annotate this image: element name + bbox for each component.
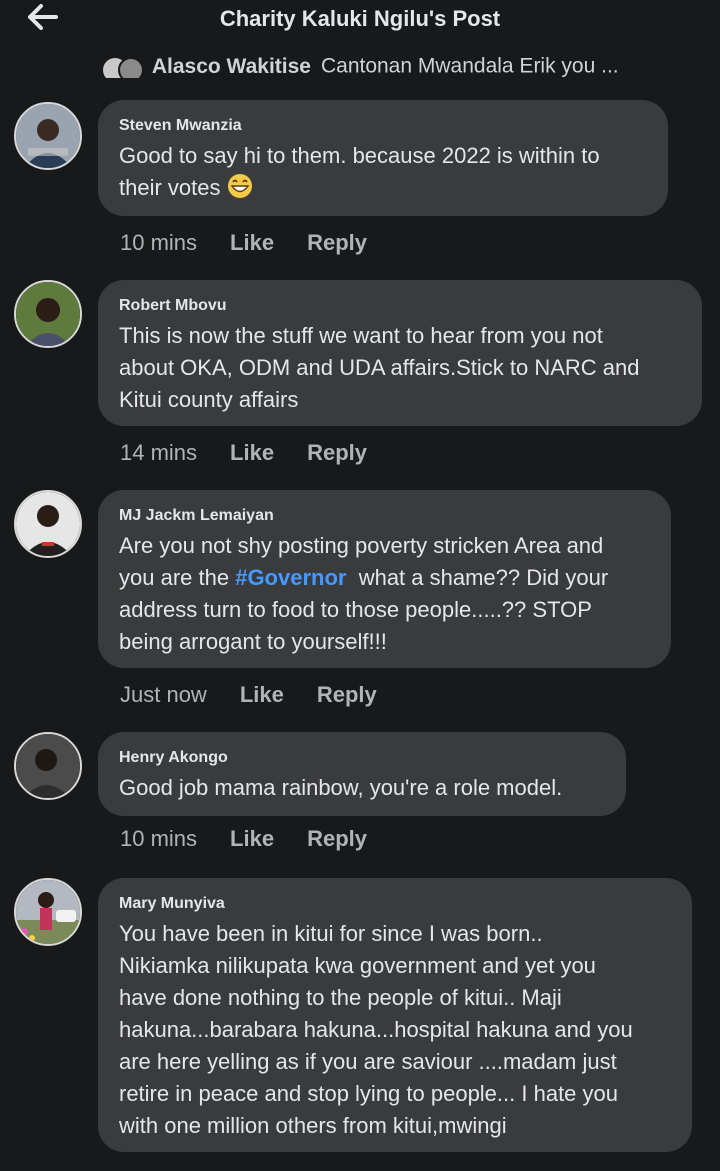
comment-actions: 14 mins Like Reply	[120, 440, 400, 466]
comment-line: Good job mama rainbow, you're a role mod…	[119, 775, 563, 800]
comment-text: Good job mama rainbow, you're a role mod…	[119, 772, 606, 804]
comment-time: 14 mins	[120, 440, 198, 465]
comment-line: are here yelling as if you are saviour .…	[119, 1049, 617, 1074]
comment-line: about OKA, ODM and UDA affairs.Stick to …	[119, 355, 640, 380]
comment-time: 10 mins	[120, 826, 198, 851]
avatar[interactable]	[14, 732, 82, 800]
page-title: Charity Kaluki Ngilu's Post	[219, 6, 501, 31]
comment-author[interactable]: Robert Mbovu	[119, 296, 682, 316]
reply-avatars	[102, 54, 146, 82]
like-button[interactable]: Like	[230, 826, 274, 852]
comment-line: you are the #Governor what a shame?? Did…	[119, 562, 651, 594]
comment-line: hakuna...barabara hakuna...hospital haku…	[119, 1017, 633, 1042]
avatar[interactable]	[14, 878, 82, 946]
comment-line: being arrogant to yourself!!!	[119, 629, 387, 654]
previous-reply-preview[interactable]: Alasco Wakitise Cantonan Mwandala Erik yo…	[102, 54, 720, 82]
comment-line: have done nothing to the people of kitui…	[119, 985, 562, 1010]
comment-bubble[interactable]: Henry Akongo Good job mama rainbow, you'…	[98, 732, 626, 816]
comment-text: You have been in kitui for since I was b…	[119, 918, 672, 1142]
comment-actions: Just now Like Reply	[120, 682, 410, 708]
comment-line-text: you are the	[119, 565, 230, 590]
hashtag-link[interactable]: #Governor	[235, 565, 346, 590]
comment-text: This is now the stuff we want to hear fr…	[119, 320, 682, 416]
comment-line: retire in peace and stop lying to people…	[119, 1081, 618, 1106]
reply-button[interactable]: Reply	[307, 440, 367, 466]
previous-reply-author[interactable]: Alasco Wakitise	[152, 55, 311, 78]
comment-line: address turn to food to those people....…	[119, 597, 592, 622]
reply-button[interactable]: Reply	[317, 682, 377, 708]
comment-text: Are you not shy posting poverty stricken…	[119, 530, 651, 658]
comment-line: Kitui county affairs	[119, 387, 299, 412]
top-bar: Charity Kaluki Ngilu's Post	[0, 0, 720, 44]
comment-author[interactable]: Henry Akongo	[119, 748, 606, 768]
comment-bubble[interactable]: Mary Munyiva You have been in kitui for …	[98, 878, 692, 1152]
comment-bubble[interactable]: Robert Mbovu This is now the stuff we wa…	[98, 280, 702, 426]
like-button[interactable]: Like	[230, 440, 274, 466]
comment-time: 10 mins	[120, 230, 198, 255]
reply-button[interactable]: Reply	[307, 826, 367, 852]
comment-bubble[interactable]: Steven Mwanzia Good to say hi to them. b…	[98, 100, 668, 216]
comment-line: Good to say hi to them. because 2022 is …	[119, 143, 600, 168]
comment-line: You have been in kitui for since I was b…	[119, 921, 543, 946]
comment-line-text: their votes	[119, 175, 221, 200]
grinning-face-icon	[227, 174, 252, 198]
comment-bubble[interactable]: MJ Jackm Lemaiyan Are you not shy postin…	[98, 490, 671, 668]
comment-time: Just now	[120, 682, 207, 707]
like-button[interactable]: Like	[240, 682, 284, 708]
avatar[interactable]	[14, 102, 82, 170]
comment-author[interactable]: Mary Munyiva	[119, 894, 672, 914]
avatar[interactable]	[14, 490, 82, 558]
avatar[interactable]	[14, 280, 82, 348]
comment-line: Are you not shy posting poverty stricken…	[119, 533, 604, 558]
comment-text: Good to say hi to them. because 2022 is …	[119, 140, 648, 204]
like-button[interactable]: Like	[230, 230, 274, 256]
comment-line: with one million others from kitui,mwing…	[119, 1113, 507, 1138]
reply-button[interactable]: Reply	[307, 230, 367, 256]
previous-reply-text: Cantonan Mwandala Erik you ...	[320, 54, 619, 78]
comment-line: This is now the stuff we want to hear fr…	[119, 323, 603, 348]
comment-line-text: what a shame?? Did your	[358, 565, 609, 590]
comment-actions: 10 mins Like Reply	[120, 826, 400, 852]
comment-author[interactable]: MJ Jackm Lemaiyan	[119, 506, 651, 526]
comment-line: their votes	[119, 172, 648, 204]
comment-actions: 10 mins Like Reply	[120, 230, 400, 256]
comment-line: Nikiamka nilikupata kwa government and y…	[119, 953, 596, 978]
comment-author[interactable]: Steven Mwanzia	[119, 116, 648, 136]
